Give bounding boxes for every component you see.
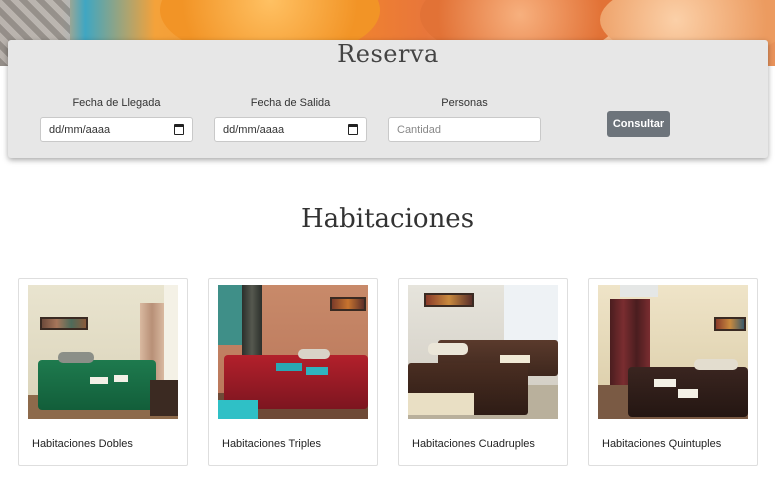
arrival-date-label: Fecha de Llegada [72, 97, 161, 109]
departure-date-value: dd/mm/aaaa [223, 123, 285, 136]
room-caption-triples[interactable]: Habitaciones Triples [222, 438, 321, 450]
arrival-date-input[interactable]: dd/mm/aaaa [40, 117, 193, 142]
room-photo-triples[interactable] [218, 285, 368, 419]
departure-date-input[interactable]: dd/mm/aaaa [214, 117, 367, 142]
room-caption-cuadruples[interactable]: Habitaciones Cuadruples [412, 438, 535, 450]
room-caption-dobles[interactable]: Habitaciones Dobles [32, 438, 133, 450]
room-card-quintuples[interactable]: Habitaciones Quintuples [588, 278, 758, 466]
guests-input[interactable]: Cantidad [388, 117, 541, 142]
room-caption-quintuples[interactable]: Habitaciones Quintuples [602, 438, 721, 450]
guests-placeholder: Cantidad [397, 123, 442, 136]
guests-label: Personas [441, 97, 488, 109]
consultar-button[interactable]: Consultar [607, 111, 670, 137]
arrival-date-value: dd/mm/aaaa [49, 123, 111, 136]
room-card-cuadruples[interactable]: Habitaciones Cuadruples [398, 278, 568, 466]
room-photo-cuadruples[interactable] [408, 285, 558, 419]
room-photo-quintuples[interactable] [598, 285, 748, 419]
reservation-panel: Reserva Fecha de Llegada dd/mm/aaaa Fech… [8, 40, 768, 158]
calendar-icon[interactable] [174, 124, 184, 135]
room-card-triples[interactable]: Habitaciones Triples [208, 278, 378, 466]
reservation-title: Reserva [337, 40, 439, 68]
departure-date-label: Fecha de Salida [250, 97, 331, 109]
room-photo-dobles[interactable] [28, 285, 178, 419]
calendar-icon[interactable] [348, 124, 358, 135]
rooms-section-title: Habitaciones [300, 204, 475, 234]
room-card-dobles[interactable]: Habitaciones Dobles [18, 278, 188, 466]
